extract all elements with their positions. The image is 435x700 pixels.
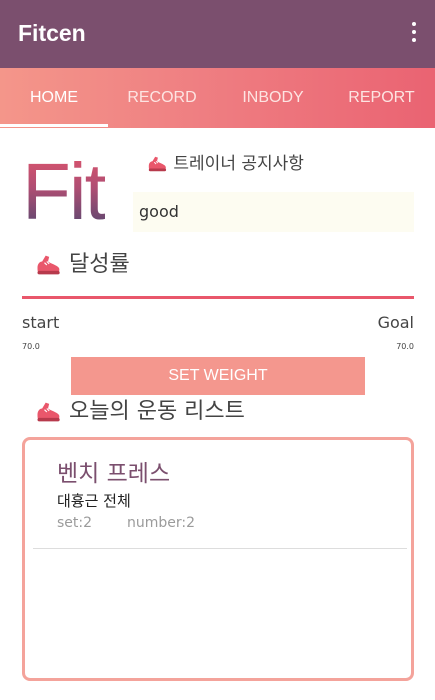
- achievement-heading: 달성률: [34, 248, 130, 282]
- workout-list-title: 오늘의 운동 리스트: [69, 399, 245, 424]
- running-shoe-icon: [37, 402, 60, 422]
- tab-bar: HOME RECORD INBODY REPORT: [0, 68, 435, 128]
- tab-home[interactable]: HOME: [0, 68, 108, 128]
- running-shoe-icon: [37, 255, 60, 275]
- running-shoe-icon: [148, 156, 167, 172]
- exercise-name: 벤치 프레스: [57, 461, 171, 487]
- app-title: Fitcen: [18, 20, 86, 46]
- achievement-title: 달성률: [69, 252, 130, 277]
- more-vert-icon[interactable]: [407, 22, 421, 46]
- exercise-muscle: 대흉근 전체: [57, 492, 131, 510]
- goal-weight-value: 70.0: [396, 342, 414, 351]
- fit-logo: Fit: [22, 144, 107, 240]
- workout-list-heading: 오늘의 운동 리스트: [34, 395, 245, 429]
- list-item[interactable]: 벤치 프레스 대흉근 전체 set:2 number:2: [25, 440, 411, 550]
- trainer-notice-text: good: [133, 192, 414, 232]
- tab-report[interactable]: REPORT: [328, 68, 435, 128]
- exercise-rep-number: number:2: [127, 515, 196, 531]
- exercise-set-count: set:2: [57, 515, 93, 531]
- goal-label: Goal: [377, 313, 414, 332]
- start-label: start: [22, 313, 60, 332]
- trainer-notice-title: 트레이너 공지사항: [173, 154, 304, 174]
- tab-indicator: [0, 124, 108, 127]
- trainer-notice-heading: 트레이너 공지사항: [146, 150, 304, 178]
- tab-record[interactable]: RECORD: [108, 68, 216, 128]
- start-weight-value: 70.0: [22, 342, 40, 351]
- workout-list-card: 벤치 프레스 대흉근 전체 set:2 number:2: [22, 437, 414, 681]
- tab-inbody[interactable]: INBODY: [218, 68, 328, 128]
- item-divider: [33, 548, 407, 549]
- achievement-progress-fill: [22, 296, 414, 299]
- achievement-progress-bar: [22, 296, 414, 299]
- set-weight-button[interactable]: SET WEIGHT: [71, 357, 365, 395]
- app-bar: Fitcen: [0, 0, 435, 68]
